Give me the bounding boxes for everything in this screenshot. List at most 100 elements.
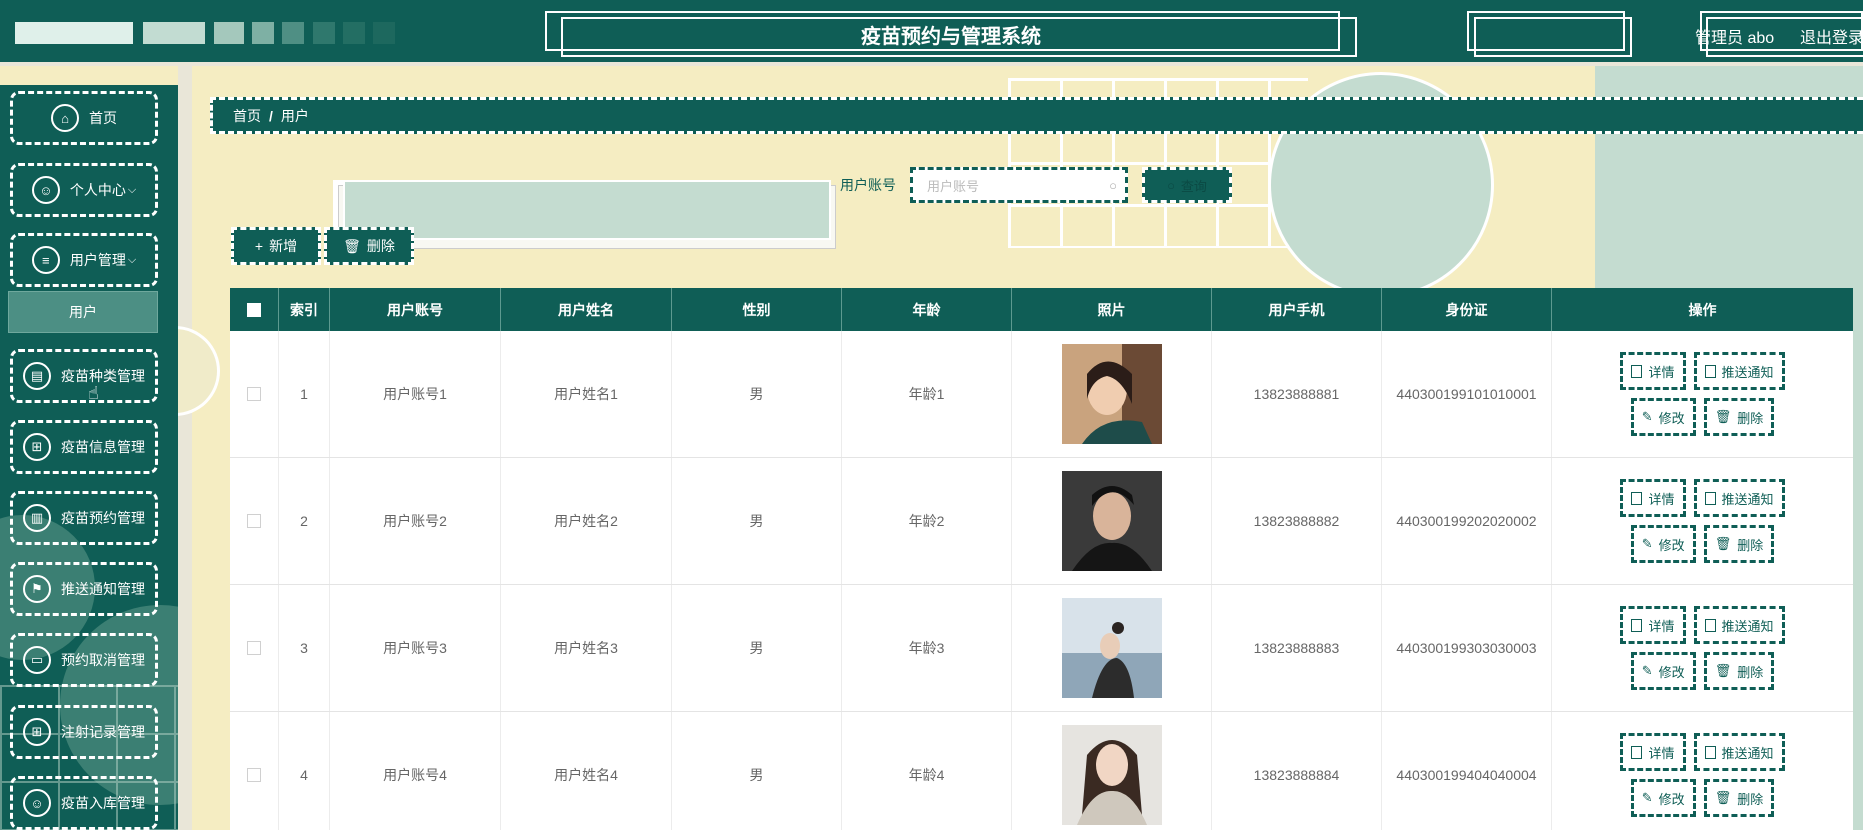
push-label: 推送通知 [1721, 745, 1774, 761]
row-checkbox[interactable] [247, 514, 261, 528]
sidebar-item-label: 首页 [89, 110, 117, 126]
push-notification-button[interactable]: 推送通知 [1693, 733, 1785, 771]
idcard-cell: 440300199303030003 [1382, 585, 1552, 711]
sidebar-item-label: 用户管理 [69, 252, 126, 268]
sidebar-item-users[interactable]: ≡ 用户管理 ⌵ [10, 233, 158, 287]
pencil-icon: ✎ [1641, 536, 1653, 551]
user-photo[interactable] [1061, 344, 1162, 444]
table-row: 2 用户账号2 用户姓名2 男 年龄2 13823888882 44030019… [230, 458, 1853, 585]
table-row: 3 用户账号3 用户姓名3 男 年龄3 13823888883 44030019… [230, 585, 1853, 712]
batch-delete-button[interactable]: 🗑 删除 [324, 227, 414, 265]
delete-button[interactable]: 🗑 删除 [1703, 779, 1775, 817]
row-checkbox[interactable] [247, 641, 261, 655]
row-checkbox[interactable] [247, 768, 261, 782]
user-photo[interactable] [1061, 471, 1162, 571]
query-button[interactable]: ○ 查询 [1142, 167, 1232, 203]
user-photo[interactable] [1061, 725, 1162, 825]
flag-icon: ⚑ [23, 575, 51, 603]
edit-button[interactable]: ✎ 修改 [1630, 398, 1696, 436]
document-icon [1704, 745, 1716, 759]
detail-button[interactable]: 详情 [1620, 606, 1686, 644]
account-cell: 用户账号2 [330, 458, 501, 584]
pencil-icon: ✎ [1641, 409, 1653, 424]
edit-button[interactable]: ✎ 修改 [1630, 652, 1696, 690]
sidebar-item-injection-records[interactable]: ⊞ 注射记录管理 [10, 705, 158, 759]
chevron-down-icon: ⌵ [127, 253, 137, 266]
row-select-cell [230, 712, 279, 830]
user-photo[interactable] [1061, 598, 1162, 698]
column-header: 年龄 [842, 288, 1012, 331]
detail-button[interactable]: 详情 [1620, 352, 1686, 390]
delete-label: 删除 [1737, 537, 1764, 553]
sidebar-item-label: 注射记录管理 [61, 724, 145, 740]
table-row: 4 用户账号4 用户姓名4 男 年龄4 13823888884 44030019… [230, 712, 1853, 830]
name-cell: 用户姓名3 [501, 585, 672, 711]
select-all-checkbox[interactable] [247, 302, 261, 317]
pencil-icon: ✎ [1641, 663, 1653, 678]
push-label: 推送通知 [1721, 491, 1774, 507]
age-cell: 年龄3 [842, 585, 1012, 711]
header-decor-frame [1474, 17, 1632, 57]
phone-cell: 13823888884 [1212, 712, 1382, 830]
add-button[interactable]: + 新增 [231, 227, 321, 265]
index-cell: 4 [279, 712, 330, 830]
phone-cell: 13823888882 [1212, 458, 1382, 584]
idcard-cell: 440300199101010001 [1382, 331, 1552, 457]
delete-button[interactable]: 🗑 删除 [1703, 525, 1775, 563]
select-all-cell[interactable] [230, 288, 279, 331]
operations-cell: 详情 推送通知 ✎ 修改 🗑 删除 [1552, 458, 1853, 584]
sidebar-item-home[interactable]: ⌂ 首页 [10, 91, 158, 145]
sidebar-item-profile[interactable]: ☺ 个人中心 ⌵ [10, 163, 158, 217]
document-icon [1631, 491, 1643, 505]
detail-button[interactable]: 详情 [1620, 733, 1686, 771]
logout-link[interactable]: 退出登录 [1800, 24, 1863, 48]
name-cell: 用户姓名4 [501, 712, 672, 830]
sidebar: ⌂ 首页 ☺ 个人中心 ⌵ ≡ 用户管理 ⌵ 用户 ▤ 疫苗种类管理 ⊞ 疫苗信… [0, 85, 178, 830]
sidebar-item-vaccine-appointments[interactable]: ▥ 疫苗预约管理 [10, 491, 158, 545]
breadcrumb-home[interactable]: 首页 [233, 106, 261, 126]
search-label: 用户账号 [840, 177, 896, 193]
pencil-icon: ✎ [1641, 790, 1653, 805]
trash-icon: 🗑 [1714, 790, 1732, 805]
phone-cell: 13823888883 [1212, 585, 1382, 711]
document-icon [1631, 745, 1643, 759]
edit-label: 修改 [1658, 791, 1685, 807]
grid-icon: ⊞ [23, 718, 51, 746]
push-notification-button[interactable]: 推送通知 [1693, 479, 1785, 517]
sidebar-item-vaccine-info[interactable]: ⊞ 疫苗信息管理 [10, 420, 158, 474]
header-decor-bar [313, 22, 335, 44]
sidebar-item-vaccine-stock[interactable]: ☺ 疫苗入库管理 [10, 776, 158, 830]
sidebar-subitem-user[interactable]: 用户 [8, 291, 158, 333]
header-decor-bar [373, 22, 395, 44]
detail-button[interactable]: 详情 [1620, 479, 1686, 517]
chevron-down-icon: ⌵ [127, 183, 137, 196]
push-label: 推送通知 [1721, 618, 1774, 634]
vaccine-icon: ▤ [23, 362, 51, 390]
name-cell: 用户姓名1 [501, 331, 672, 457]
sidebar-item-notifications[interactable]: ⚑ 推送通知管理 [10, 562, 158, 616]
column-header: 身份证 [1382, 288, 1552, 331]
delete-label: 删除 [1737, 664, 1764, 680]
search-icon: ○ [1167, 177, 1175, 193]
edit-button[interactable]: ✎ 修改 [1630, 525, 1696, 563]
breadcrumb: 首页 / 用户 [210, 97, 1863, 134]
mouse-cursor-icon: ☝ [88, 383, 99, 403]
push-notification-button[interactable]: 推送通知 [1693, 352, 1785, 390]
phone-cell: 13823888881 [1212, 331, 1382, 457]
age-cell: 年龄2 [842, 458, 1012, 584]
push-notification-button[interactable]: 推送通知 [1693, 606, 1785, 644]
document-icon [1704, 491, 1716, 505]
row-checkbox[interactable] [247, 387, 261, 401]
edit-button[interactable]: ✎ 修改 [1630, 779, 1696, 817]
search-input[interactable]: 用户账号 ○ [910, 167, 1128, 203]
ticket-icon: ▭ [23, 646, 51, 674]
delete-button[interactable]: 🗑 删除 [1703, 398, 1775, 436]
background-decor-arc [172, 326, 220, 416]
sidebar-item-cancellations[interactable]: ▭ 预约取消管理 [10, 633, 158, 687]
trash-icon: 🗑 [1714, 663, 1732, 678]
sidebar-item-vaccine-types[interactable]: ▤ 疫苗种类管理 [10, 349, 158, 403]
delete-button[interactable]: 🗑 删除 [1703, 652, 1775, 690]
list-icon: ≡ [31, 246, 60, 274]
sidebar-item-label: 疫苗种类管理 [61, 368, 145, 384]
sidebar-item-label: 疫苗入库管理 [61, 795, 145, 811]
